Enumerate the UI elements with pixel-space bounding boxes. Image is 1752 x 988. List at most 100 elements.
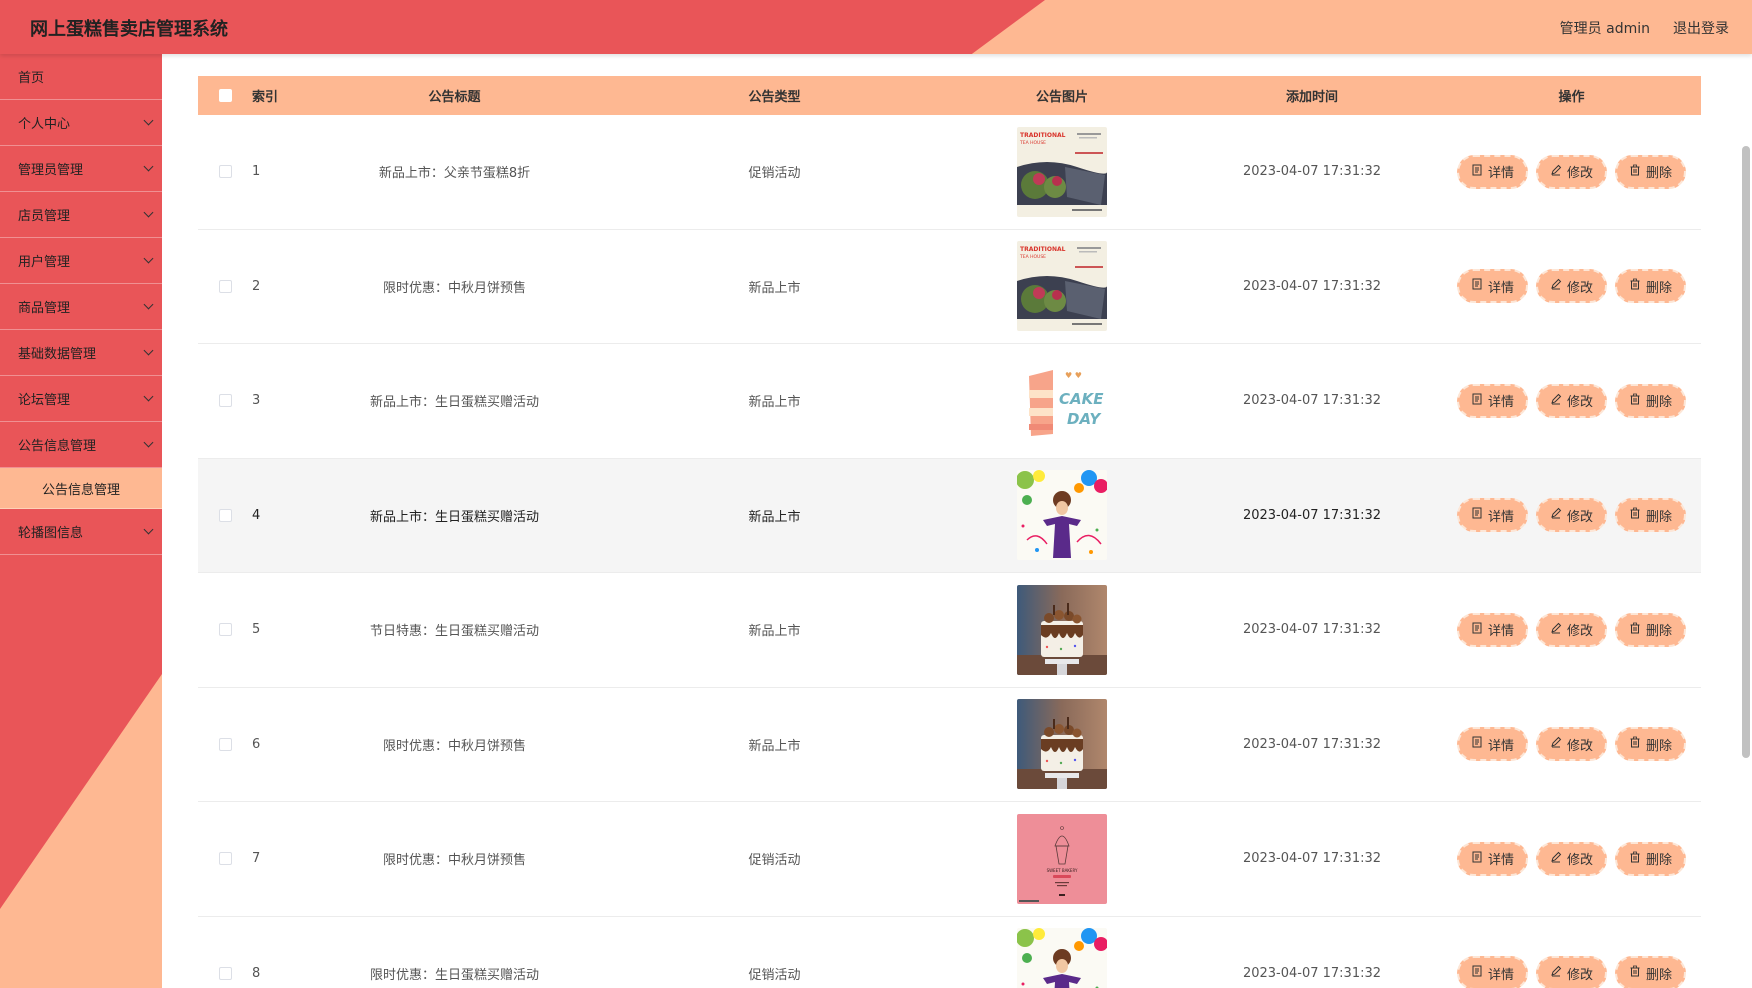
- edit-button[interactable]: 修改: [1535, 154, 1607, 189]
- document-icon: [1471, 393, 1483, 409]
- row-checkbox[interactable]: [218, 279, 232, 293]
- sidebar-item-8[interactable]: 公告信息管理: [0, 422, 162, 468]
- row-checkbox[interactable]: [218, 394, 232, 408]
- svg-text:TEA HOUSE: TEA HOUSE: [1019, 254, 1046, 260]
- sidebar-item-3[interactable]: 店员管理: [0, 192, 162, 238]
- table-row[interactable]: 6 限时优惠：中秋月饼预售 新品上市 2023-04-07 17:31:32 详…: [198, 688, 1701, 802]
- notice-image-thumbnail[interactable]: [1017, 928, 1107, 988]
- sidebar-item-9[interactable]: 轮播图信息: [0, 509, 162, 555]
- delete-label: 删除: [1646, 738, 1673, 754]
- chevron-down-icon: [143, 115, 154, 126]
- table-row[interactable]: 2 限时优惠：中秋月饼预售 新品上市 TRADITIONAL TEA HOUSE…: [198, 230, 1701, 344]
- delete-button[interactable]: 删除: [1615, 269, 1687, 304]
- sidebar-item-4[interactable]: 用户管理: [0, 238, 162, 284]
- notice-image-thumbnail[interactable]: [1017, 699, 1107, 790]
- trash-icon: [1629, 393, 1641, 409]
- cell-type: 新品上市: [748, 624, 801, 640]
- trash-icon: [1629, 164, 1641, 180]
- table-row[interactable]: 8 限时优惠：生日蛋糕买赠活动 促销活动 2023-04-07 17:31:32…: [198, 917, 1701, 988]
- notice-image-thumbnail[interactable]: TRADITIONAL TEA HOUSE: [1017, 241, 1107, 332]
- sidebar-item-label: 店员管理: [18, 209, 71, 224]
- main-content: 索引 公告标题 公告类型 公告图片 添加时间 操作 1 新品上市：父亲节蛋糕8折…: [162, 54, 1735, 988]
- row-checkbox[interactable]: [218, 508, 232, 522]
- notice-image-thumbnail[interactable]: SWEET BAKERY: [1017, 813, 1107, 904]
- logout-link[interactable]: 退出登录: [1673, 18, 1729, 38]
- sidebar-item-label: 用户管理: [18, 255, 71, 270]
- delete-button[interactable]: 删除: [1615, 383, 1687, 418]
- edit-button[interactable]: 修改: [1535, 498, 1607, 533]
- detail-button[interactable]: 详情: [1456, 383, 1528, 418]
- detail-button[interactable]: 详情: [1456, 154, 1528, 189]
- edit-button[interactable]: 修改: [1535, 612, 1607, 647]
- edit-button[interactable]: 修改: [1535, 383, 1607, 418]
- cell-time: 2023-04-07 17:31:32: [1242, 164, 1382, 180]
- sidebar-item-7[interactable]: 论坛管理: [0, 376, 162, 422]
- cell-index: 1: [252, 164, 261, 180]
- row-checkbox[interactable]: [218, 966, 232, 980]
- delete-button[interactable]: 删除: [1615, 956, 1687, 988]
- row-checkbox[interactable]: [218, 852, 232, 866]
- column-header-type: 公告类型: [748, 90, 801, 105]
- delete-button[interactable]: 删除: [1615, 154, 1687, 189]
- svg-text:DAY: DAY: [1067, 410, 1102, 428]
- edit-label: 修改: [1566, 624, 1593, 640]
- select-all-checkbox[interactable]: [218, 89, 232, 102]
- delete-button[interactable]: 删除: [1615, 498, 1687, 533]
- sidebar-item-2[interactable]: 管理员管理: [0, 146, 162, 192]
- table-row[interactable]: 3 新品上市：生日蛋糕买赠活动 新品上市 ♥ ♥ CAKE DAY 2023-0…: [198, 344, 1701, 459]
- document-icon: [1471, 164, 1483, 180]
- column-header-title: 公告标题: [428, 90, 481, 105]
- column-header-time: 添加时间: [1285, 90, 1338, 105]
- notice-image-thumbnail[interactable]: TRADITIONAL TEA HOUSE: [1017, 126, 1107, 217]
- table-row[interactable]: 5 节日特惠：生日蛋糕买赠活动 新品上市 2023-04-07 17:31:32…: [198, 573, 1701, 688]
- cell-index: 7: [252, 851, 261, 867]
- notice-image-thumbnail[interactable]: [1017, 470, 1107, 561]
- detail-button[interactable]: 详情: [1456, 269, 1528, 304]
- delete-button[interactable]: 删除: [1615, 841, 1687, 876]
- table-row[interactable]: 7 限时优惠：中秋月饼预售 促销活动 SWEET BAKERY 2023-04-…: [198, 802, 1701, 917]
- sidebar-item-label: 管理员管理: [18, 163, 84, 178]
- notice-image-thumbnail[interactable]: [1017, 584, 1107, 675]
- row-actions: 详情 修改 删除: [1442, 498, 1701, 533]
- detail-button[interactable]: 详情: [1456, 727, 1528, 762]
- delete-label: 删除: [1646, 166, 1673, 182]
- edit-button[interactable]: 修改: [1535, 841, 1607, 876]
- detail-button[interactable]: 详情: [1456, 498, 1528, 533]
- table-row[interactable]: 4 新品上市：生日蛋糕买赠活动 新品上市 2023-04-07 17:31:32…: [198, 458, 1701, 573]
- row-checkbox[interactable]: [218, 165, 232, 179]
- current-user: 管理员 admin: [1559, 21, 1650, 37]
- sidebar-subitem-notice-management[interactable]: 公告信息管理: [0, 468, 162, 509]
- detail-button[interactable]: 详情: [1456, 956, 1528, 988]
- cell-title: 新品上市：生日蛋糕买赠活动: [369, 509, 539, 525]
- notice-image-thumbnail[interactable]: ♥ ♥ CAKE DAY: [1017, 355, 1107, 446]
- cell-type: 促销活动: [748, 166, 801, 182]
- chevron-down-icon: [143, 391, 154, 402]
- edit-label: 修改: [1566, 738, 1593, 754]
- edit-button[interactable]: 修改: [1535, 269, 1607, 304]
- delete-button[interactable]: 删除: [1615, 612, 1687, 647]
- row-checkbox[interactable]: [218, 737, 232, 751]
- trash-icon: [1629, 736, 1641, 752]
- edit-button[interactable]: 修改: [1535, 727, 1607, 762]
- sidebar-item-1[interactable]: 个人中心: [0, 100, 162, 146]
- top-header: 网上蛋糕售卖店管理系统 管理员 admin 退出登录: [0, 0, 1752, 54]
- app-title: 网上蛋糕售卖店管理系统: [30, 19, 228, 40]
- detail-button[interactable]: 详情: [1456, 841, 1528, 876]
- detail-button[interactable]: 详情: [1456, 612, 1528, 647]
- table-row[interactable]: 1 新品上市：父亲节蛋糕8折 促销活动 TRADITIONAL TEA HOUS…: [198, 115, 1701, 230]
- sidebar: 首页 个人中心 管理员管理 店员管理 用户管理 商品管理 基础数据管理 论坛管理 公告信息管理公…: [0, 54, 162, 988]
- cell-title: 限时优惠：中秋月饼预售: [382, 280, 526, 296]
- row-checkbox[interactable]: [218, 623, 232, 637]
- cell-index: 4: [252, 507, 261, 523]
- edit-button[interactable]: 修改: [1535, 956, 1607, 988]
- delete-button[interactable]: 删除: [1615, 727, 1687, 762]
- document-icon: [1471, 736, 1483, 752]
- cell-type: 新品上市: [748, 280, 801, 296]
- sidebar-item-5[interactable]: 商品管理: [0, 284, 162, 330]
- sidebar-item-6[interactable]: 基础数据管理: [0, 330, 162, 376]
- page-scrollbar[interactable]: [1742, 146, 1750, 758]
- column-header-actions: 操作: [1558, 90, 1585, 105]
- delete-label: 删除: [1646, 280, 1673, 296]
- detail-label: 详情: [1487, 509, 1514, 525]
- sidebar-item-0[interactable]: 首页: [0, 54, 162, 100]
